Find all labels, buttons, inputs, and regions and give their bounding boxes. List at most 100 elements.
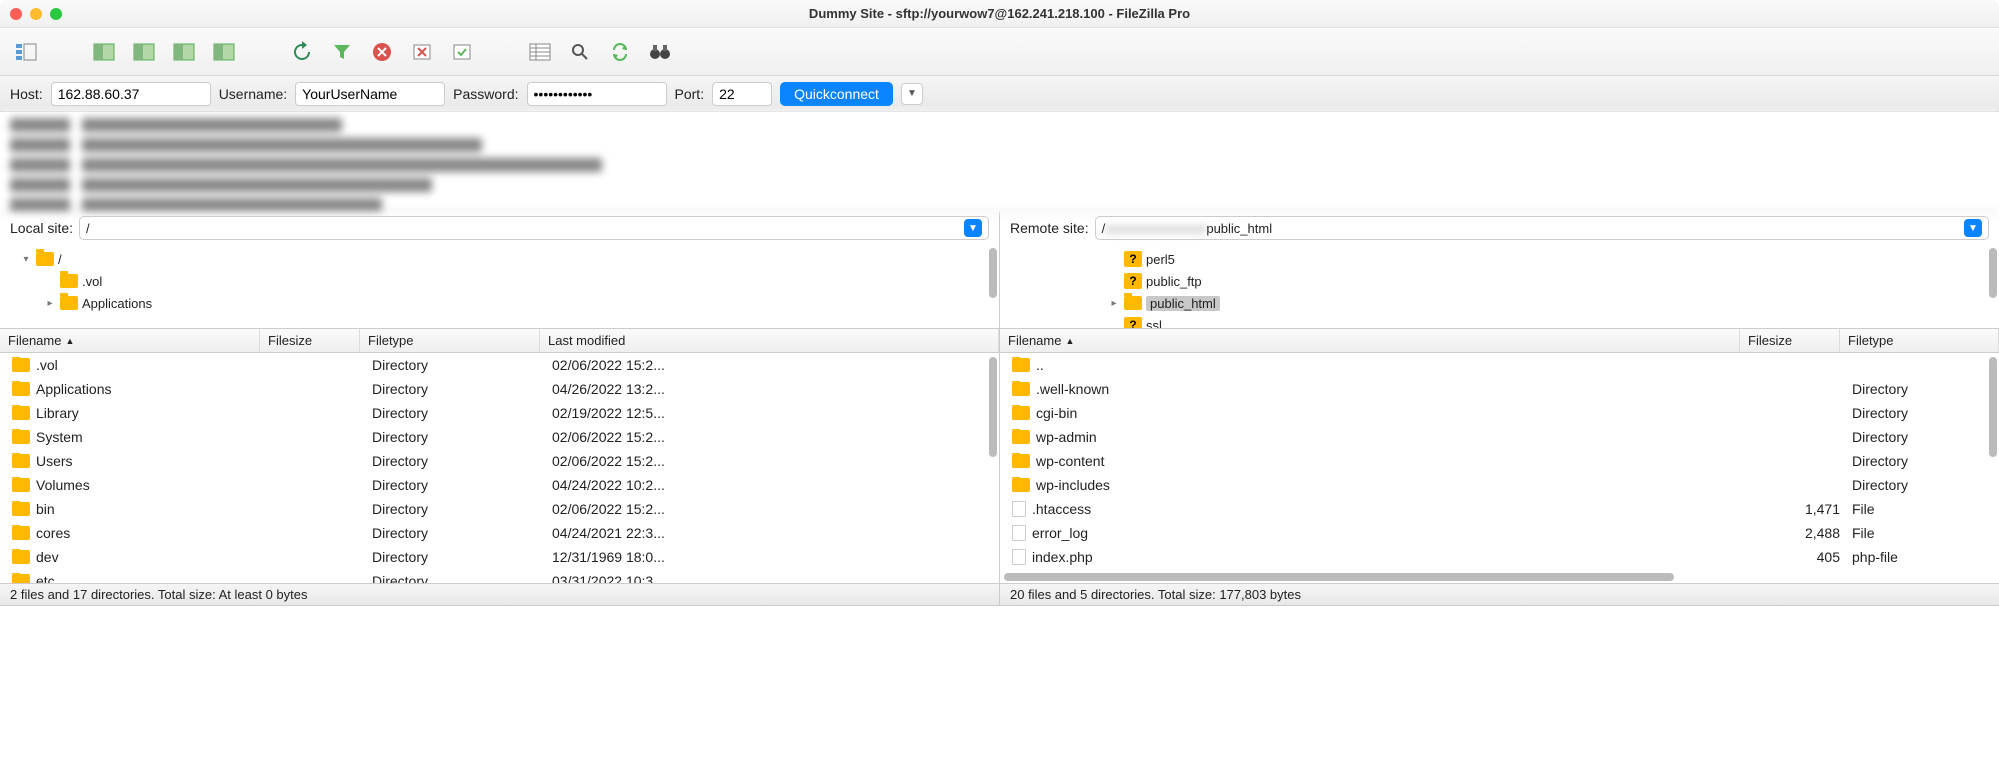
host-input[interactable]: [51, 82, 211, 106]
tree-label: perl5: [1146, 252, 1175, 267]
username-input[interactable]: [295, 82, 445, 106]
sort-asc-icon: ▲: [65, 336, 74, 346]
folder-icon: [12, 526, 30, 540]
list-item[interactable]: error_log2,488File: [1000, 521, 1999, 545]
close-icon[interactable]: [10, 8, 22, 20]
list-item[interactable]: UsersDirectory02/06/2022 15:2...: [0, 449, 999, 473]
tree-item[interactable]: .vol: [0, 270, 999, 292]
window-controls: [10, 8, 62, 20]
list-item[interactable]: .volDirectory02/06/2022 15:2...: [0, 353, 999, 377]
remote-directory-tree[interactable]: ?perl5?public_ftp▸public_html?ssl: [1000, 244, 1999, 329]
tree-item[interactable]: ?ssl: [1000, 314, 1999, 329]
column-header-filename[interactable]: Filename▲: [0, 329, 260, 352]
quickconnect-button[interactable]: Quickconnect: [780, 82, 893, 106]
local-directory-tree[interactable]: ▾/ .vol ▸ Applications: [0, 244, 999, 329]
list-item[interactable]: LibraryDirectory02/19/2022 12:5...: [0, 401, 999, 425]
folder-icon: [12, 502, 30, 516]
tree-label: ssl: [1146, 318, 1162, 330]
list-item[interactable]: SystemDirectory02/06/2022 15:2...: [0, 425, 999, 449]
toggle-local-tree-icon[interactable]: [128, 36, 160, 68]
folder-icon: [1124, 296, 1142, 310]
local-file-list[interactable]: .volDirectory02/06/2022 15:2...Applicati…: [0, 353, 999, 583]
list-item[interactable]: coresDirectory04/24/2021 22:3...: [0, 521, 999, 545]
folder-icon: [1012, 430, 1030, 444]
dir-listing-icon[interactable]: [524, 36, 556, 68]
list-item[interactable]: .well-knownDirectory: [1000, 377, 1999, 401]
folder-icon: [1012, 454, 1030, 468]
reconnect-icon[interactable]: [446, 36, 478, 68]
remote-pane: Remote site: / xxxxxxxxxxxxxxx/ public_h…: [1000, 212, 1999, 605]
toggle-remote-tree-icon[interactable]: [168, 36, 200, 68]
local-path-input[interactable]: / ▼: [79, 216, 989, 240]
folder-icon: [60, 274, 78, 288]
scrollbar[interactable]: [1989, 248, 1997, 298]
list-item[interactable]: wp-includesDirectory: [1000, 473, 1999, 497]
binoculars-icon[interactable]: [644, 36, 676, 68]
window-title: Dummy Site - sftp://yourwow7@162.241.218…: [809, 6, 1190, 21]
toggle-log-icon[interactable]: [88, 36, 120, 68]
tree-item[interactable]: ▸ Applications: [0, 292, 999, 314]
refresh-icon[interactable]: [286, 36, 318, 68]
tree-item[interactable]: ▸public_html: [1000, 292, 1999, 314]
column-header-filetype[interactable]: Filetype: [360, 329, 540, 352]
list-item[interactable]: .htaccess1,471File: [1000, 497, 1999, 521]
list-item[interactable]: index.php405php-file: [1000, 545, 1999, 569]
quickconnect-history-dropdown[interactable]: ▼: [901, 83, 923, 105]
disconnect-icon[interactable]: [406, 36, 438, 68]
folder-icon: [12, 406, 30, 420]
site-manager-icon[interactable]: [10, 36, 42, 68]
folder-icon: [36, 252, 54, 266]
list-item[interactable]: etcDirectory03/31/2022 10:3...: [0, 569, 999, 583]
remote-path-input[interactable]: / xxxxxxxxxxxxxxx/ public_html ▼: [1095, 216, 1989, 240]
zoom-icon[interactable]: [50, 8, 62, 20]
folder-icon: [1012, 406, 1030, 420]
local-site-label: Local site:: [10, 220, 73, 236]
list-item[interactable]: ..: [1000, 353, 1999, 377]
list-item[interactable]: ApplicationsDirectory04/26/2022 13:2...: [0, 377, 999, 401]
scrollbar[interactable]: [1989, 357, 1997, 457]
cancel-icon[interactable]: [366, 36, 398, 68]
list-item[interactable]: cgi-binDirectory: [1000, 401, 1999, 425]
port-input[interactable]: [712, 82, 772, 106]
scrollbar[interactable]: [989, 248, 997, 298]
column-header-modified[interactable]: Last modified: [540, 329, 999, 352]
scrollbar[interactable]: [989, 357, 997, 457]
sync-browse-icon[interactable]: [604, 36, 636, 68]
disclosure-icon[interactable]: ▸: [44, 298, 56, 309]
search-icon[interactable]: [564, 36, 596, 68]
folder-icon: [60, 296, 78, 310]
scrollbar-horizontal[interactable]: [1004, 573, 1674, 581]
column-header-filesize[interactable]: Filesize: [260, 329, 360, 352]
tree-item[interactable]: ?public_ftp: [1000, 270, 1999, 292]
toggle-queue-icon[interactable]: [208, 36, 240, 68]
column-header-filesize[interactable]: Filesize: [1740, 329, 1840, 352]
message-log[interactable]: [0, 112, 1999, 212]
list-item[interactable]: wp-contentDirectory: [1000, 449, 1999, 473]
file-icon: [1012, 549, 1026, 565]
minimize-icon[interactable]: [30, 8, 42, 20]
remote-file-list[interactable]: ...well-knownDirectorycgi-binDirectorywp…: [1000, 353, 1999, 583]
tree-label: .vol: [82, 274, 102, 289]
column-header-filename[interactable]: Filename▲: [1000, 329, 1740, 352]
disclosure-icon[interactable]: ▾: [20, 254, 32, 265]
folder-icon: [12, 382, 30, 396]
folder-icon: [1012, 478, 1030, 492]
list-item[interactable]: binDirectory02/06/2022 15:2...: [0, 497, 999, 521]
list-item[interactable]: VolumesDirectory04/24/2022 10:2...: [0, 473, 999, 497]
password-label: Password:: [453, 86, 518, 102]
quickconnect-bar: Host: Username: Password: Port: Quickcon…: [0, 76, 1999, 112]
tree-item[interactable]: ▾/: [0, 248, 999, 270]
disclosure-icon[interactable]: ▸: [1108, 298, 1120, 309]
chevron-down-icon[interactable]: ▼: [1964, 219, 1982, 237]
file-icon: [1012, 525, 1026, 541]
column-header-filetype[interactable]: Filetype: [1840, 329, 1999, 352]
tree-label: Applications: [82, 296, 152, 311]
chevron-down-icon[interactable]: ▼: [964, 219, 982, 237]
filter-icon[interactable]: [326, 36, 358, 68]
tree-item[interactable]: ?perl5: [1000, 248, 1999, 270]
list-item[interactable]: devDirectory12/31/1969 18:0...: [0, 545, 999, 569]
folder-icon: [12, 454, 30, 468]
password-input[interactable]: [527, 82, 667, 106]
list-item[interactable]: wp-adminDirectory: [1000, 425, 1999, 449]
titlebar: Dummy Site - sftp://yourwow7@162.241.218…: [0, 0, 1999, 28]
